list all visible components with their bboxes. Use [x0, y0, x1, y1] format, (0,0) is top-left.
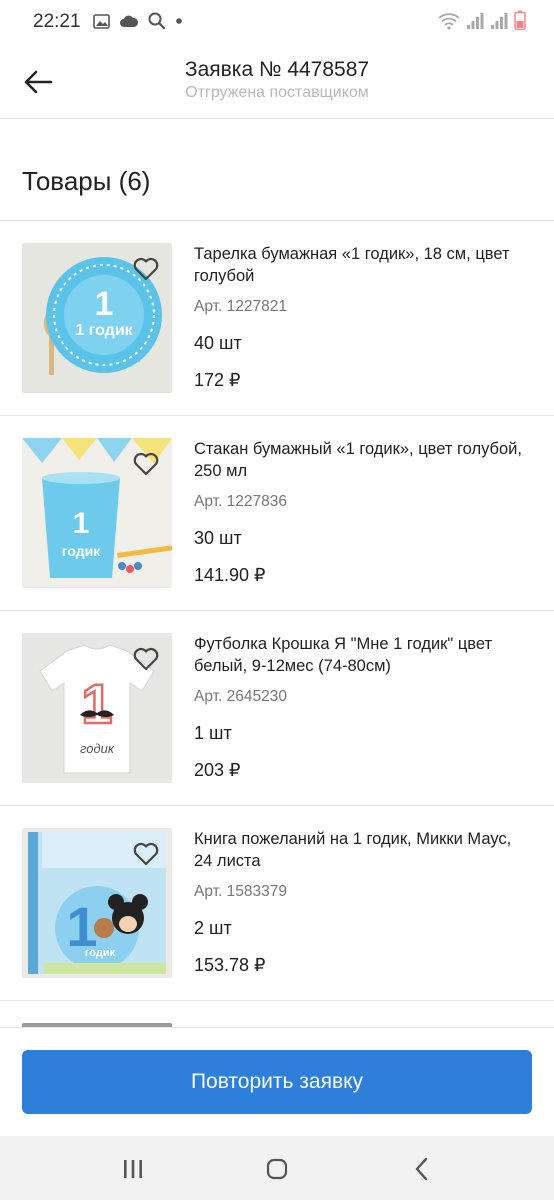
- thumb-text: годик: [80, 741, 115, 756]
- product-quantity: 1 шт: [194, 723, 232, 743]
- product-price: 203 ₽: [194, 760, 241, 780]
- status-icons-right: [438, 10, 526, 30]
- thumb-text: годик: [85, 947, 116, 959]
- page-title: Заявка № 4478587: [184, 58, 370, 81]
- product-image[interactable]: 1 1 годик: [22, 243, 172, 393]
- product-name[interactable]: Книга пожеланий на 1 годик, Микки Маус, …: [194, 828, 530, 872]
- heart-icon: [133, 452, 159, 476]
- svg-text:1: 1: [73, 507, 90, 540]
- favorite-button[interactable]: [132, 840, 160, 868]
- signal-icon: [491, 13, 508, 29]
- product-name[interactable]: Тарелка бумажная «1 годик», 18 см, цвет …: [194, 243, 530, 287]
- product-article: Арт. 1583379: [194, 883, 287, 900]
- product-image[interactable]: 1 годик: [22, 828, 172, 978]
- favorite-button[interactable]: [132, 645, 160, 673]
- product-item[interactable]: 1 годик Книга пожеланий на 1 годик, Микк…: [0, 806, 554, 1001]
- system-nav-bar: [0, 1136, 554, 1200]
- product-quantity: 30 шт: [194, 528, 242, 548]
- wifi-icon: [438, 13, 460, 30]
- back-nav-icon: [415, 1157, 428, 1181]
- favorite-button[interactable]: [132, 255, 160, 283]
- product-quantity: 40 шт: [194, 333, 242, 353]
- heart-icon: [133, 842, 159, 866]
- home-button[interactable]: [257, 1154, 297, 1184]
- footer: Повторить заявку: [0, 1027, 554, 1137]
- product-article: Арт. 2645230: [194, 688, 287, 705]
- status-icons-left: [93, 12, 183, 30]
- heart-icon: [133, 647, 159, 671]
- product-name[interactable]: Стакан бумажный «1 годик», цвет голубой,…: [194, 438, 530, 482]
- order-status: Отгружена поставщиком: [185, 84, 369, 101]
- product-price: 141.90 ₽: [194, 565, 266, 585]
- signal-icon: [467, 13, 484, 29]
- svg-text:1: 1: [95, 285, 114, 323]
- product-image[interactable]: 1 годик: [22, 438, 172, 588]
- product-price: 172 ₽: [194, 370, 241, 390]
- dot-icon: [176, 18, 182, 24]
- product-quantity: 2 шт: [194, 918, 232, 938]
- status-bar: 22:21: [0, 0, 554, 44]
- status-time: 22:21: [33, 11, 81, 32]
- app-bar: Заявка № 4478587 Отгружена поставщиком: [0, 44, 554, 119]
- battery-icon: [514, 10, 526, 30]
- product-article: Арт. 1227836: [194, 493, 287, 510]
- cloud-icon: [120, 15, 139, 27]
- product-item[interactable]: 1 годик Футболка Крошка Я "Мне 1 годик" …: [0, 611, 554, 806]
- product-name[interactable]: Футболка Крошка Я "Мне 1 годик" цвет бел…: [194, 633, 530, 677]
- home-icon: [266, 1158, 288, 1180]
- thumb-text: годик: [62, 543, 102, 559]
- favorite-button[interactable]: [132, 450, 160, 478]
- recent-apps-button[interactable]: [113, 1154, 153, 1184]
- back-nav-button[interactable]: [402, 1154, 442, 1184]
- image-icon: [93, 13, 110, 29]
- recent-apps-icon: [124, 1160, 142, 1178]
- product-item[interactable]: [0, 1001, 554, 1027]
- product-image[interactable]: 1 годик: [22, 633, 172, 783]
- repeat-order-button[interactable]: Повторить заявку: [22, 1050, 532, 1114]
- heart-icon: [133, 257, 159, 281]
- svg-text:1: 1: [81, 672, 112, 735]
- product-item[interactable]: 1 1 годик Тарелка бумажная «1 годик», 18…: [0, 221, 554, 416]
- search-icon: [148, 12, 166, 30]
- section-title: Товары (6): [22, 166, 151, 196]
- product-article: Арт. 1227821: [194, 298, 287, 315]
- product-list[interactable]: 1 1 годик Тарелка бумажная «1 годик», 18…: [0, 221, 554, 1027]
- product-price: 153.78 ₽: [194, 955, 266, 975]
- product-item[interactable]: 1 годик Стакан бумажный «1 годик», цвет …: [0, 416, 554, 611]
- thumb-text: 1 годик: [75, 322, 133, 339]
